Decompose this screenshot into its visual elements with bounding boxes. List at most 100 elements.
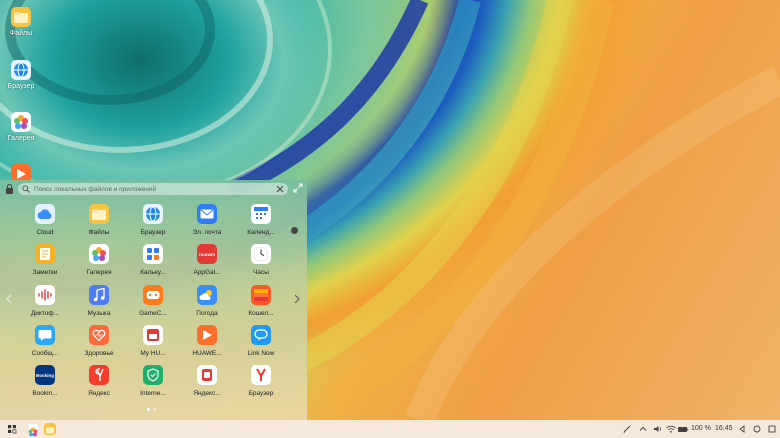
app-label: Галерея: [86, 269, 112, 276]
linknow-icon: [251, 325, 271, 345]
app-calendar[interactable]: Календ...: [235, 204, 287, 236]
messages-icon: [35, 325, 55, 345]
app-huawei-video[interactable]: HUAWE...: [181, 325, 233, 357]
desktop-icon-browser[interactable]: Браузер: [4, 60, 38, 90]
search-input[interactable]: [34, 185, 274, 193]
desktop-icon-gallery[interactable]: Галерея: [4, 112, 38, 142]
health-icon: [89, 325, 109, 345]
back-icon[interactable]: [736, 423, 748, 435]
app-label: Эл. почта: [192, 229, 222, 236]
recents-icon[interactable]: [766, 423, 778, 435]
app-label: Музыка: [87, 310, 111, 317]
app-wallet[interactable]: Кошел...: [235, 285, 287, 317]
app-messages[interactable]: Сообщ...: [19, 325, 71, 357]
app-clock[interactable]: Часы: [235, 244, 287, 276]
app-drawer-button[interactable]: [6, 423, 18, 435]
home-icon[interactable]: [751, 423, 763, 435]
app-myhuawei[interactable]: My HU...: [127, 325, 179, 357]
app-label: Заметки: [32, 269, 58, 276]
app-label: Часы: [253, 269, 269, 276]
app-yandex-market[interactable]: Яндекс...: [181, 365, 233, 397]
myhuawei-icon: [143, 325, 163, 345]
clock-time[interactable]: 16:45: [715, 425, 733, 432]
wifi-icon[interactable]: [665, 423, 677, 435]
app-label: GameC...: [139, 310, 167, 317]
desktop-icon-label: Файлы: [9, 30, 33, 37]
app-label: Календ...: [247, 229, 275, 236]
app-label: Cloud: [36, 229, 54, 236]
page-dot[interactable]: [153, 408, 156, 411]
appgallery-logo-text: HUAWEI: [199, 251, 215, 257]
music-icon: [89, 285, 109, 305]
recorder-icon: [35, 285, 55, 305]
app-appgallery[interactable]: HUAWEI AppGal...: [181, 244, 233, 276]
gallery-icon: [28, 427, 38, 437]
files-icon: [11, 7, 31, 27]
desktop-icon-label: Браузер: [7, 83, 35, 90]
app-health[interactable]: Здоровье: [73, 325, 125, 357]
taskbar: 100 % 16:45: [0, 420, 780, 438]
yandex-market-icon: [197, 365, 217, 385]
browser-icon: [143, 204, 163, 224]
app-recorder[interactable]: Диктоф...: [19, 285, 71, 317]
close-icon[interactable]: [276, 185, 284, 193]
app-notes[interactable]: Заметки: [19, 244, 71, 276]
app-label: Яндекс: [88, 390, 110, 397]
page-indicator: [147, 408, 156, 411]
app-label: Link Now: [247, 350, 275, 357]
app-browser[interactable]: Браузер: [127, 204, 179, 236]
app-label: AppGal...: [193, 269, 221, 276]
app-cloud[interactable]: Cloud: [19, 204, 71, 236]
app-label: Сообщ...: [31, 350, 59, 357]
app-yandex-browser[interactable]: Браузер: [235, 365, 287, 397]
app-label: HUAWE...: [192, 350, 222, 357]
app-linknow[interactable]: Link Now: [235, 325, 287, 357]
app-label: Кошел...: [248, 310, 274, 317]
floating-dock-button[interactable]: [291, 227, 298, 234]
email-icon: [197, 204, 217, 224]
search-icon: [22, 185, 30, 193]
lock-icon[interactable]: [5, 184, 14, 194]
gamecenter-icon: [143, 285, 163, 305]
chevron-up-icon[interactable]: [637, 423, 649, 435]
cloud-icon: [35, 204, 55, 224]
chevron-left-icon[interactable]: [5, 294, 13, 304]
app-weather[interactable]: Погода: [181, 285, 233, 317]
app-gallery[interactable]: Галерея: [73, 244, 125, 276]
yandex-icon: [89, 365, 109, 385]
app-email[interactable]: Эл. почта: [181, 204, 233, 236]
gallery-icon: [11, 112, 31, 132]
taskbar-gallery[interactable]: [27, 423, 39, 437]
huawei-video-icon: [197, 325, 217, 345]
notes-icon: [35, 244, 55, 264]
wallet-icon: [251, 285, 271, 305]
search-bar[interactable]: [18, 183, 288, 195]
app-label: Interne...: [140, 390, 166, 397]
volume-icon[interactable]: [652, 423, 664, 435]
app-drawer: Cloud Файлы Браузер Эл. почта Календ...: [0, 180, 307, 420]
files-icon: [46, 427, 54, 434]
app-files[interactable]: Файлы: [73, 204, 125, 236]
app-music[interactable]: Музыка: [73, 285, 125, 317]
battery-percentage: 100 %: [691, 425, 711, 432]
app-label: Bookin...: [32, 390, 58, 397]
app-booking[interactable]: Booking Bookin...: [19, 365, 71, 397]
app-internet[interactable]: Interne...: [127, 365, 179, 397]
app-yandex[interactable]: Яндекс: [73, 365, 125, 397]
booking-icon: Booking: [35, 365, 55, 385]
app-label: Браузер: [140, 229, 166, 236]
taskbar-files[interactable]: [44, 423, 56, 435]
desktop-icon-files[interactable]: Файлы: [4, 7, 38, 37]
app-label: Файлы: [88, 229, 110, 236]
battery-icon[interactable]: [677, 423, 689, 435]
appgallery-icon: HUAWEI: [197, 244, 217, 264]
expand-icon[interactable]: [293, 183, 303, 193]
app-calculator[interactable]: Кальку...: [127, 244, 179, 276]
app-gamecenter[interactable]: GameC...: [127, 285, 179, 317]
chevron-right-icon[interactable]: [293, 294, 301, 304]
page-dot-active[interactable]: [147, 408, 150, 411]
app-label: Кальку...: [140, 269, 166, 276]
pen-icon[interactable]: [621, 423, 633, 435]
app-label: Здоровье: [84, 350, 114, 357]
desktop-icon-label: Галерея: [7, 135, 35, 142]
